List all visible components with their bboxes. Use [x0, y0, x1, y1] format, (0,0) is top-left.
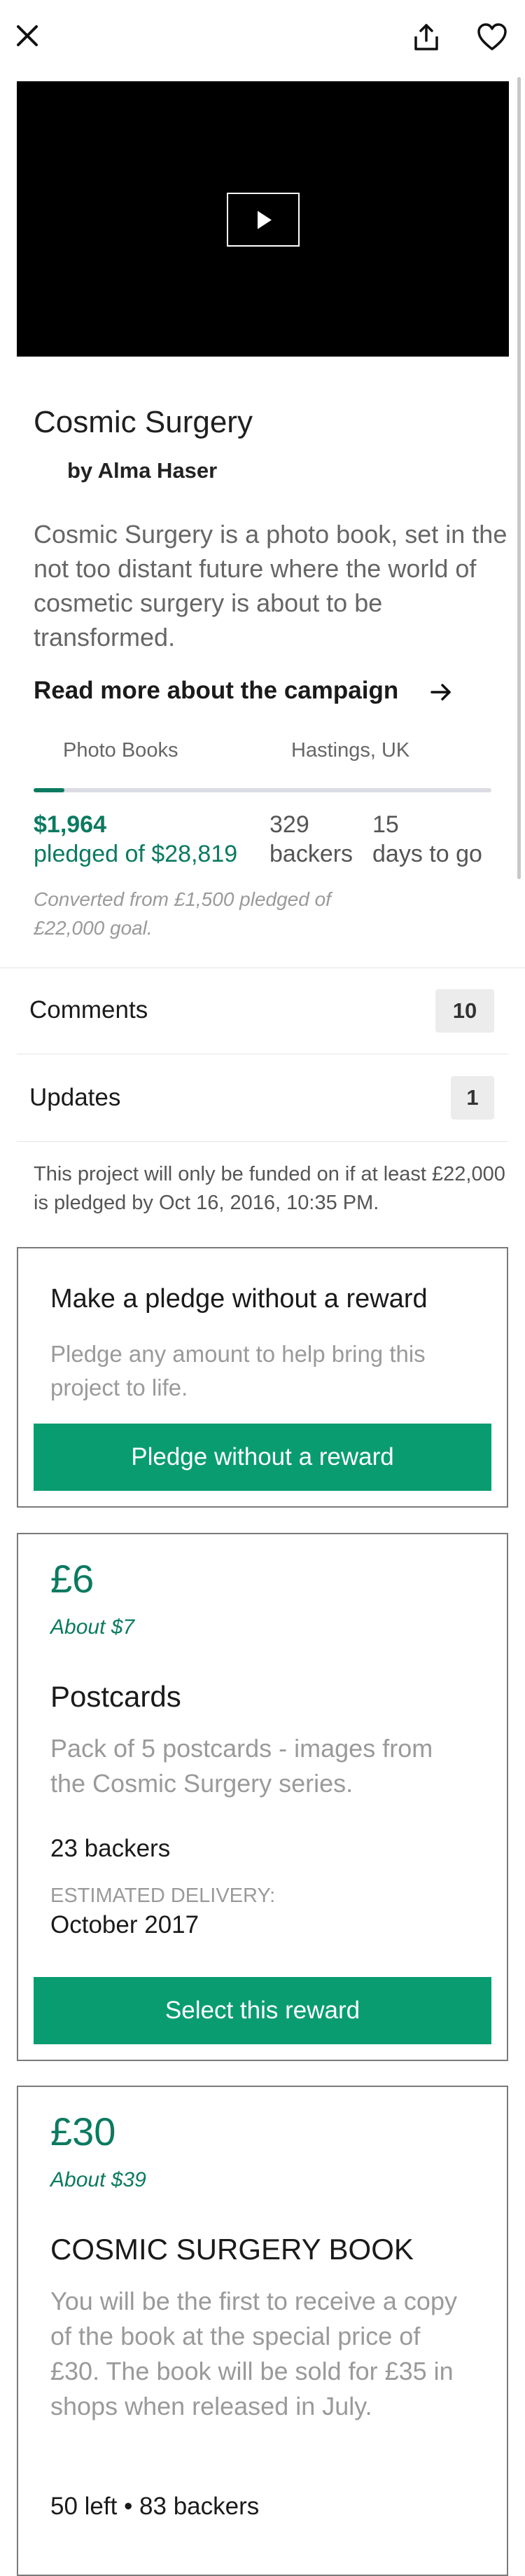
funding-progress-bar — [34, 788, 491, 792]
heart-icon — [477, 23, 507, 50]
updates-count-badge: 1 — [451, 1076, 494, 1120]
reward-title: Postcards — [50, 1680, 181, 1713]
scrollbar[interactable] — [517, 77, 521, 879]
reward-card[interactable]: £6 About $7 Postcards Pack of 5 postcard… — [17, 1533, 508, 2061]
converted-note: Converted from £1,500 pledged of £22,000… — [34, 888, 331, 939]
reward-description: Pack of 5 postcards - images from the Co… — [50, 1734, 433, 1798]
reward-delivery-label: ESTIMATED DELIVERY: — [50, 1885, 276, 1907]
no-reward-card: Make a pledge without a reward Pledge an… — [17, 1247, 508, 1508]
play-button[interactable] — [227, 193, 300, 247]
pledged-goal: pledged of $28,819 — [34, 841, 238, 867]
divider — [17, 1141, 508, 1142]
top-bar — [0, 0, 525, 77]
reward-delivery-date: October 2017 — [50, 1911, 200, 1938]
read-more-link[interactable]: Read more about the campaign — [34, 675, 398, 707]
backers-count: 329 — [270, 811, 309, 838]
select-reward-button[interactable]: Select this reward — [34, 1977, 491, 2044]
favorite-button[interactable] — [476, 22, 508, 52]
comments-count-badge: 10 — [435, 989, 494, 1033]
updates-label: Updates — [29, 1084, 121, 1111]
funding-progress-fill — [34, 788, 65, 792]
reward-backers: 23 backers — [50, 1835, 171, 1862]
reward-description: You will be the first to receive a copy … — [50, 2287, 457, 2420]
reward-converted-price: About $7 — [50, 1616, 135, 1639]
pledged-amount: $1,964 — [34, 811, 106, 838]
project-video[interactable] — [17, 81, 509, 357]
category-link[interactable]: Photo Books — [63, 737, 178, 764]
share-icon — [414, 24, 438, 50]
no-reward-description: Pledge any amount to help bring this pro… — [50, 1341, 426, 1400]
arrow-right-icon — [430, 684, 451, 701]
divider — [0, 967, 525, 968]
reward-title: COSMIC SURGERY BOOK — [50, 2233, 414, 2266]
reward-card[interactable]: £30 About $39 COSMIC SURGERY BOOK You wi… — [17, 2086, 508, 2576]
play-icon — [258, 211, 272, 229]
location-link[interactable]: Hastings, UK — [291, 737, 410, 764]
days-label: days to go — [372, 841, 482, 867]
creator-byline[interactable]: by Alma Haser — [67, 457, 217, 485]
reward-price: £6 — [50, 1557, 94, 1601]
close-icon — [17, 25, 38, 46]
backers-label: backers — [270, 841, 354, 867]
comments-label: Comments — [29, 996, 148, 1024]
funding-deadline-note: This project will only be funded on if a… — [34, 1163, 505, 1214]
reward-price: £30 — [50, 2109, 116, 2154]
project-title: Cosmic Surgery — [34, 405, 253, 439]
share-button[interactable] — [412, 22, 441, 52]
days-count: 15 — [372, 811, 399, 838]
project-blurb: Cosmic Surgery is a photo book, set in t… — [34, 520, 507, 652]
close-button[interactable] — [14, 22, 41, 49]
reward-converted-price: About $39 — [50, 2168, 146, 2191]
reward-availability: 50 left • 83 backers — [50, 2493, 260, 2520]
no-reward-heading: Make a pledge without a reward — [50, 1284, 428, 1314]
pledge-without-reward-button[interactable]: Pledge without a reward — [34, 1424, 491, 1491]
